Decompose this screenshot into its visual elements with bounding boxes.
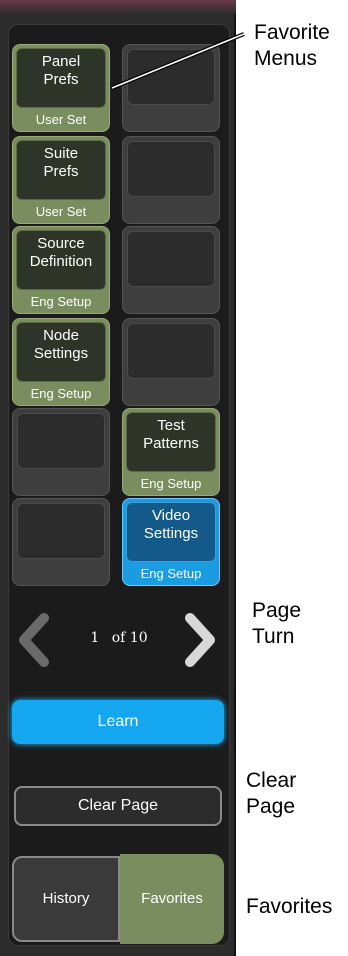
callout-line: Menus bbox=[254, 47, 318, 70]
callout-line: Page bbox=[246, 795, 296, 818]
callout-favorites: Favorites bbox=[246, 894, 332, 920]
callout-line: Turn bbox=[252, 625, 295, 648]
callout-page-turn: Page Turn bbox=[252, 598, 301, 650]
callout-line: Favorite bbox=[254, 21, 330, 44]
callout-clear-page: Clear Page bbox=[246, 768, 296, 820]
callout-favorite-menus: Favorite Menus bbox=[254, 20, 330, 72]
callout-line: Clear bbox=[246, 769, 297, 792]
callout-line: Page bbox=[252, 599, 302, 622]
callout-line: Favorites bbox=[246, 895, 333, 918]
